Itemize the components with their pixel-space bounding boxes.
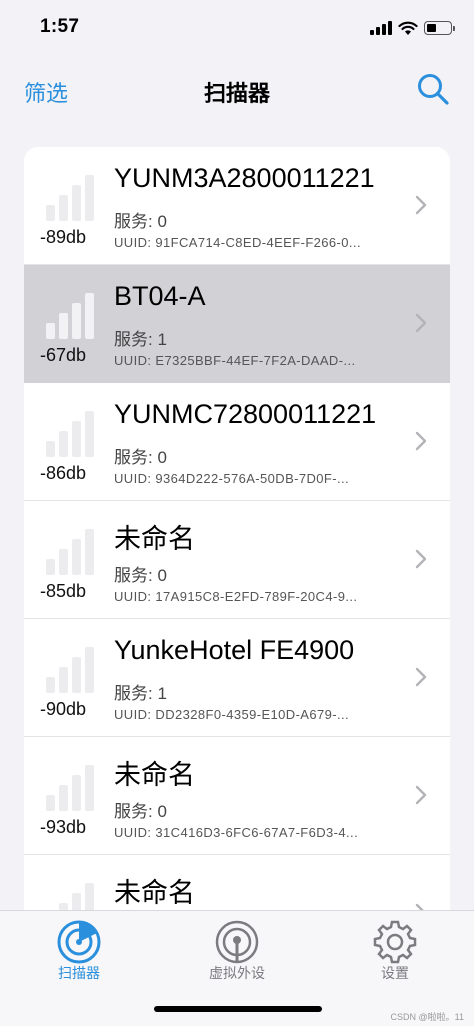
signal-strength-icon — [46, 175, 96, 221]
device-uuid: UUID: 9364D222-576A-50DB-7D0F-... — [114, 471, 350, 486]
status-bar: 1:57 — [0, 0, 474, 56]
status-icons — [370, 20, 455, 36]
device-row[interactable]: 未命名 — [24, 855, 450, 917]
signal-strength-icon — [46, 293, 96, 339]
device-uuid: UUID: E7325BBF-44EF-7F2A-DAAD-... — [114, 353, 356, 368]
tab-virtual-peripheral[interactable]: 虚拟外设 — [158, 911, 316, 1001]
device-row[interactable]: -86db YUNMC72800011221 服务: 0 UUID: 9364D222… — [24, 383, 450, 501]
signal-strength-icon — [46, 411, 96, 457]
rssi-value: -86db — [40, 463, 87, 483]
device-name: BT04-A — [114, 281, 206, 311]
tab-virtual-peripheral-label: 虚拟外设 — [209, 965, 265, 981]
chevron-right-icon — [415, 431, 427, 451]
device-uuid: UUID: 91FCA714-C8ED-4EEF-F266-0... — [114, 235, 361, 250]
tab-scanner-label: 扫描器 — [58, 965, 100, 981]
device-services: 服务: 1 — [114, 684, 167, 703]
home-indicator — [154, 1006, 322, 1012]
device-row[interactable]: -90db YunkeHotel FE4900 服务: 1 UUID: DD2328F… — [24, 619, 450, 737]
device-row[interactable]: -93db 未命名服务: 0 UUID: 31C416D3-6FC6-67A7-F6… — [24, 737, 450, 855]
device-name: 未命名 — [114, 524, 195, 554]
page-title: 扫描器 — [203, 81, 270, 106]
nav-bar: 筛选 扫描器 — [0, 56, 474, 126]
device-row[interactable]: -67db BT04-A 服务: 1 UUID: E7325BBF-44EF-7F2A… — [24, 265, 450, 383]
cellular-signal-icon — [370, 21, 392, 35]
radar-icon — [57, 920, 101, 964]
chevron-right-icon — [415, 549, 427, 569]
device-services: 服务: 0 — [114, 448, 167, 467]
device-row[interactable]: -89db YUNM3A2800011221 服务: 0 UUID: 91FCA714… — [24, 147, 450, 265]
device-name: 未命名 — [114, 760, 195, 790]
device-uuid: UUID: 17A915C8-E2FD-789F-20C4-9... — [114, 589, 358, 604]
device-services: 服务: 0 — [114, 802, 167, 821]
device-name: YUNMC72800011221 — [114, 399, 377, 429]
chevron-right-icon — [415, 313, 427, 333]
signal-strength-icon — [46, 647, 96, 693]
chevron-right-icon — [415, 785, 427, 805]
tab-scanner[interactable]: 扫描器 — [0, 911, 158, 1001]
device-name: YunkeHotel FE4900 — [114, 635, 355, 665]
wifi-icon — [398, 21, 418, 35]
search-icon[interactable] — [416, 72, 450, 106]
rssi-value: -67db — [40, 345, 87, 365]
device-name: 未命名 — [114, 878, 195, 908]
signal-strength-icon — [46, 529, 96, 575]
rssi-value: -90db — [40, 699, 87, 719]
status-time: 1:57 — [40, 16, 80, 37]
watermark: CSDN @啦啦。11 — [390, 1012, 464, 1022]
device-uuid: UUID: 31C416D3-6FC6-67A7-F6D3-4... — [114, 825, 359, 840]
device-row[interactable]: -85db 未命名服务: 0 UUID: 17A915C8-E2FD-789F-20… — [24, 501, 450, 619]
device-name: YUNM3A2800011221 — [114, 163, 375, 193]
chevron-right-icon — [415, 195, 427, 215]
gear-icon — [373, 920, 417, 964]
rssi-value: -89db — [40, 227, 87, 247]
tab-settings-label: 设置 — [381, 965, 409, 981]
tab-settings[interactable]: 设置 — [316, 911, 474, 1001]
chevron-right-icon — [415, 667, 427, 687]
signal-strength-icon — [46, 765, 96, 811]
device-services: 服务: 0 — [114, 212, 167, 231]
battery-icon — [424, 21, 455, 35]
device-list: -89db YUNM3A2800011221 服务: 0 UUID: 91FCA714… — [24, 147, 450, 917]
device-services: 服务: 1 — [114, 330, 167, 349]
device-uuid: UUID: DD2328F0-4359-E10D-A679-... — [114, 707, 350, 722]
rssi-value: -93db — [40, 817, 87, 837]
rssi-value: -85db — [40, 581, 87, 601]
device-services: 服务: 0 — [114, 566, 167, 585]
broadcast-icon — [215, 920, 259, 964]
